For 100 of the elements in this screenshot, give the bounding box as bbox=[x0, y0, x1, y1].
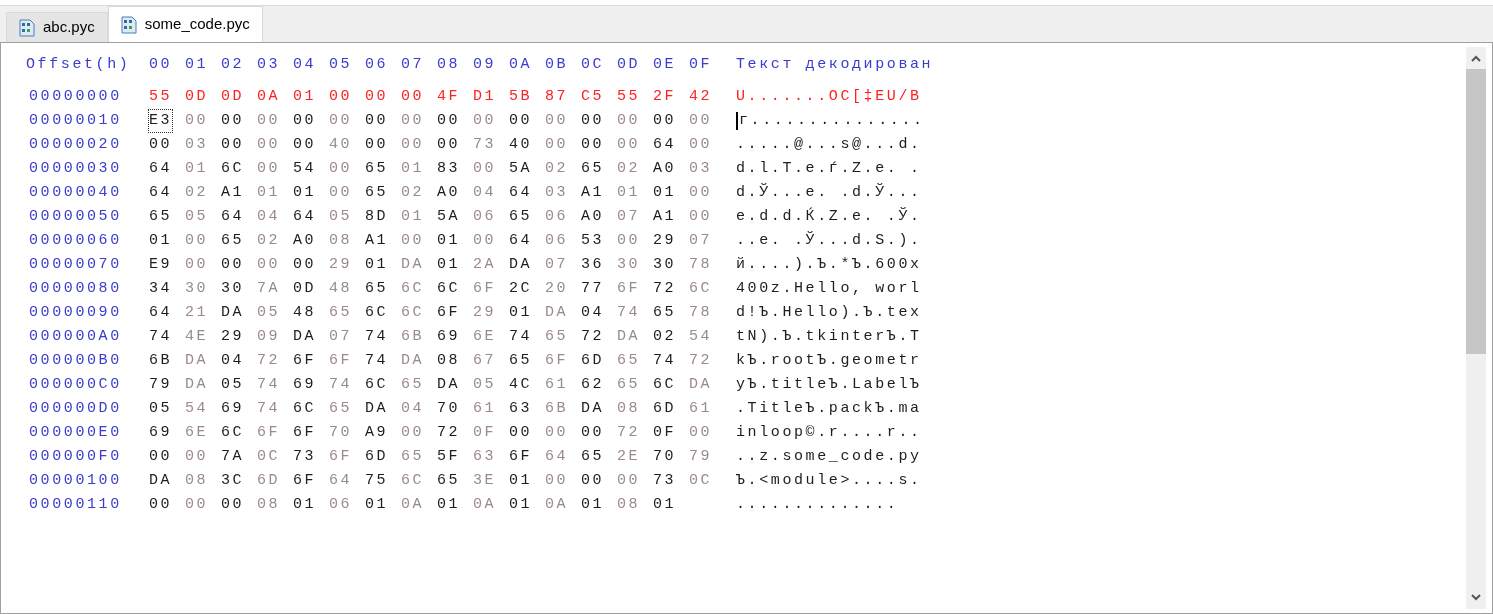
byte-cell[interactable]: 0D bbox=[221, 85, 245, 109]
byte-cell[interactable]: 00 bbox=[689, 133, 713, 157]
byte-cell[interactable]: 72 bbox=[257, 349, 281, 373]
byte-cell[interactable]: DA bbox=[437, 373, 461, 397]
byte-cell[interactable]: A1 bbox=[653, 205, 677, 229]
byte-cell[interactable]: 03 bbox=[689, 157, 713, 181]
byte-cell[interactable]: 72 bbox=[689, 349, 713, 373]
byte-cell[interactable]: 6F bbox=[473, 277, 497, 301]
byte-cell[interactable]: 6D bbox=[365, 445, 389, 469]
byte-cell[interactable]: 7A bbox=[221, 445, 245, 469]
byte-cell[interactable]: 00 bbox=[653, 109, 677, 133]
byte-cell[interactable]: 00 bbox=[185, 493, 209, 517]
byte-cell[interactable]: 6E bbox=[185, 421, 209, 445]
byte-cell[interactable]: 00 bbox=[689, 109, 713, 133]
byte-cell[interactable]: DA bbox=[149, 469, 173, 493]
byte-cell[interactable]: 65 bbox=[437, 469, 461, 493]
byte-cell[interactable]: 83 bbox=[437, 157, 461, 181]
byte-cell[interactable]: 00 bbox=[401, 421, 425, 445]
byte-cell[interactable]: 01 bbox=[509, 469, 533, 493]
byte-cell[interactable]: 01 bbox=[581, 493, 605, 517]
byte-cell[interactable]: 6C bbox=[365, 301, 389, 325]
byte-cell[interactable]: 6D bbox=[653, 397, 677, 421]
byte-cell[interactable]: 06 bbox=[545, 229, 569, 253]
byte-cell[interactable]: 00 bbox=[509, 109, 533, 133]
byte-cell[interactable]: 20 bbox=[545, 277, 569, 301]
byte-cell[interactable]: 00 bbox=[293, 253, 317, 277]
byte-cell[interactable]: DA bbox=[617, 325, 641, 349]
byte-cell[interactable]: 0A bbox=[545, 493, 569, 517]
byte-cell[interactable]: 00 bbox=[149, 445, 173, 469]
byte-cell[interactable]: 01 bbox=[365, 493, 389, 517]
byte-cell[interactable]: 62 bbox=[581, 373, 605, 397]
byte-cell[interactable]: 07 bbox=[545, 253, 569, 277]
byte-cell[interactable]: 6F bbox=[257, 421, 281, 445]
byte-cell[interactable]: 01 bbox=[257, 181, 281, 205]
byte-cell[interactable]: DA bbox=[545, 301, 569, 325]
byte-cell[interactable]: 6C bbox=[221, 421, 245, 445]
byte-cell[interactable]: 8D bbox=[365, 205, 389, 229]
byte-cell[interactable]: 6C bbox=[689, 277, 713, 301]
byte-cell[interactable]: 6D bbox=[257, 469, 281, 493]
byte-cell[interactable]: 6F bbox=[293, 349, 317, 373]
byte-cell[interactable]: 6F bbox=[545, 349, 569, 373]
byte-cell[interactable]: 01 bbox=[509, 301, 533, 325]
byte-cell[interactable]: 2C bbox=[509, 277, 533, 301]
byte-cell[interactable]: 6F bbox=[509, 445, 533, 469]
byte-cell[interactable]: 67 bbox=[473, 349, 497, 373]
byte-cell[interactable]: 00 bbox=[545, 421, 569, 445]
byte-cell[interactable]: 74 bbox=[509, 325, 533, 349]
byte-cell[interactable]: 02 bbox=[545, 157, 569, 181]
byte-cell[interactable]: 6F bbox=[329, 445, 353, 469]
byte-cell[interactable]: 74 bbox=[653, 349, 677, 373]
byte-cell[interactable]: 00 bbox=[221, 493, 245, 517]
byte-cell[interactable]: 01 bbox=[509, 493, 533, 517]
byte-cell[interactable]: 29 bbox=[473, 301, 497, 325]
byte-cell[interactable]: 01 bbox=[293, 493, 317, 517]
byte-cell[interactable]: 01 bbox=[617, 181, 641, 205]
byte-cell[interactable]: 00 bbox=[545, 469, 569, 493]
byte-cell[interactable]: 72 bbox=[581, 325, 605, 349]
byte-cell[interactable]: A1 bbox=[581, 181, 605, 205]
byte-cell[interactable]: 05 bbox=[185, 205, 209, 229]
byte-cell[interactable]: E3 bbox=[149, 109, 173, 133]
byte-cell[interactable]: 08 bbox=[617, 493, 641, 517]
byte-cell[interactable]: 08 bbox=[257, 493, 281, 517]
byte-cell[interactable]: 65 bbox=[329, 301, 353, 325]
byte-cell[interactable]: 0C bbox=[257, 445, 281, 469]
byte-cell[interactable]: 0D bbox=[293, 277, 317, 301]
byte-cell[interactable]: 01 bbox=[653, 493, 677, 517]
byte-cell[interactable]: 29 bbox=[653, 229, 677, 253]
byte-cell[interactable]: 64 bbox=[149, 301, 173, 325]
byte-cell[interactable]: 00 bbox=[329, 157, 353, 181]
byte-cell[interactable]: 54 bbox=[293, 157, 317, 181]
byte-cell[interactable]: 00 bbox=[473, 109, 497, 133]
byte-cell[interactable]: 75 bbox=[365, 469, 389, 493]
byte-cell[interactable]: 54 bbox=[689, 325, 713, 349]
byte-cell[interactable]: 04 bbox=[473, 181, 497, 205]
byte-cell[interactable]: A0 bbox=[581, 205, 605, 229]
byte-cell[interactable]: 6B bbox=[401, 325, 425, 349]
byte-cell[interactable]: 05 bbox=[329, 205, 353, 229]
byte-cell[interactable]: 2A bbox=[473, 253, 497, 277]
byte-cell[interactable]: 6C bbox=[293, 397, 317, 421]
byte-cell[interactable]: 64 bbox=[509, 181, 533, 205]
byte-cell[interactable]: 05 bbox=[257, 301, 281, 325]
byte-cell[interactable]: 65 bbox=[545, 325, 569, 349]
byte-cell[interactable]: 74 bbox=[365, 325, 389, 349]
byte-cell[interactable]: 00 bbox=[401, 85, 425, 109]
byte-cell[interactable]: 07 bbox=[617, 205, 641, 229]
byte-cell[interactable]: 0F bbox=[473, 421, 497, 445]
byte-cell[interactable]: 6C bbox=[653, 373, 677, 397]
byte-cell[interactable]: 64 bbox=[329, 469, 353, 493]
byte-cell[interactable]: 05 bbox=[221, 373, 245, 397]
byte-cell[interactable]: 00 bbox=[617, 109, 641, 133]
byte-cell[interactable]: 00 bbox=[329, 85, 353, 109]
byte-cell[interactable]: 6C bbox=[365, 373, 389, 397]
byte-cell[interactable]: 78 bbox=[689, 253, 713, 277]
byte-cell[interactable]: 65 bbox=[365, 157, 389, 181]
byte-cell[interactable]: 5F bbox=[437, 445, 461, 469]
byte-cell[interactable]: 6C bbox=[401, 301, 425, 325]
byte-cell[interactable]: 40 bbox=[329, 133, 353, 157]
byte-cell[interactable]: DA bbox=[401, 349, 425, 373]
byte-cell[interactable]: 00 bbox=[257, 133, 281, 157]
byte-cell[interactable]: 01 bbox=[365, 253, 389, 277]
